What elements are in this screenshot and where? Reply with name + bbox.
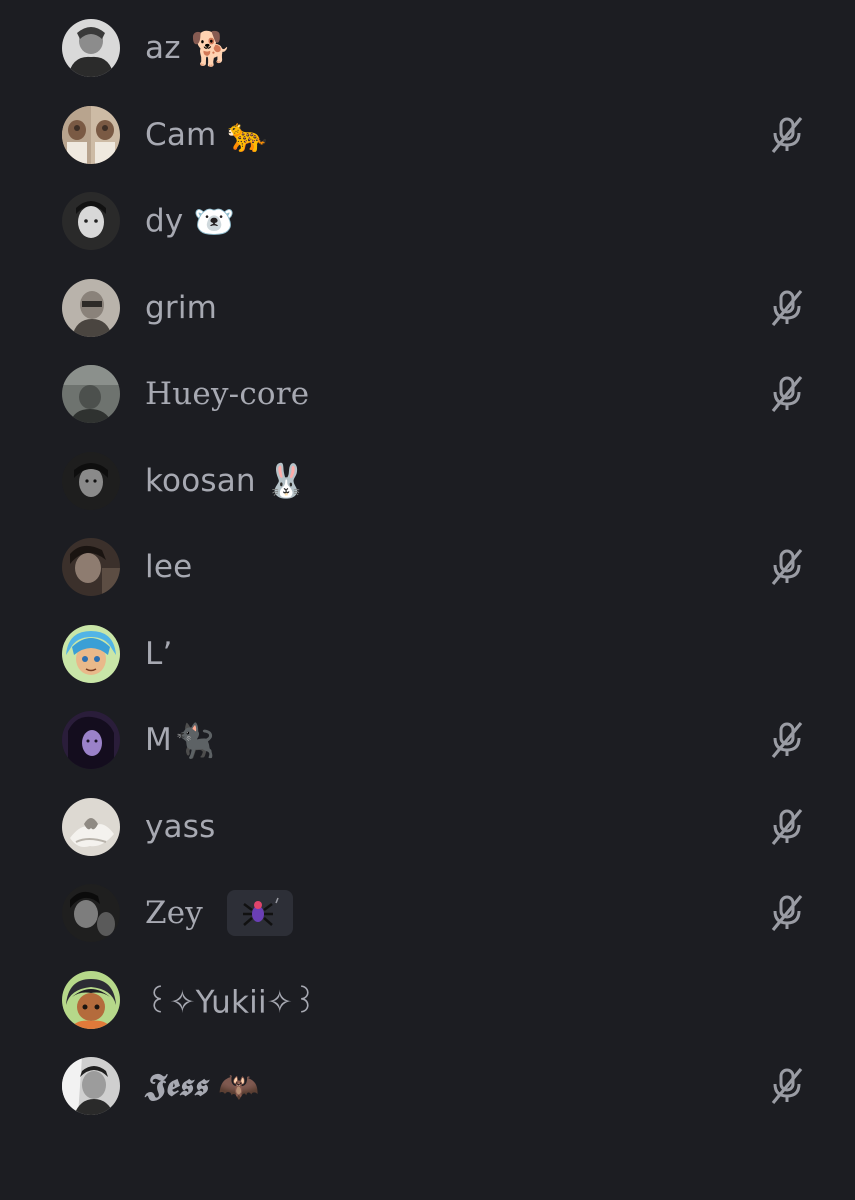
member-name: az	[145, 30, 181, 67]
member-name-wrap: Cam 🐆	[145, 117, 268, 153]
member-row-zey[interactable]: Zey	[0, 870, 855, 957]
member-name-wrap: koosan 🐰	[145, 463, 307, 499]
member-name-wrap: M 🐈‍⬛	[145, 722, 215, 758]
member-row-jess[interactable]: 𝕵𝖊𝖘𝖘 🦇	[0, 1043, 855, 1130]
member-name-wrap: 𝕵𝖊𝖘𝖘 🦇	[145, 1068, 259, 1105]
member-name: lee	[145, 549, 193, 586]
avatar[interactable]	[62, 278, 120, 337]
member-name-wrap: lee	[145, 549, 192, 585]
member-name-wrap: ꒰✧Yukii✧꒱	[145, 979, 317, 1020]
member-row-cam[interactable]: Cam 🐆	[0, 92, 855, 179]
microphone-muted-icon	[771, 895, 803, 932]
avatar[interactable]	[62, 884, 120, 943]
rabbit-emoji-icon: 🐰	[265, 461, 307, 501]
member-name: ꒰✧Yukii✧꒱	[145, 984, 318, 1021]
member-row-m[interactable]: M 🐈‍⬛	[0, 697, 855, 784]
avatar[interactable]	[62, 19, 120, 78]
member-name: L’	[145, 635, 173, 672]
leopard-emoji-icon: 🐆	[226, 115, 268, 155]
member-row-lee[interactable]: lee	[0, 524, 855, 611]
microphone-muted-icon	[771, 808, 803, 845]
member-name-wrap: grim	[145, 290, 217, 326]
black-cat-emoji-icon: 🐈‍⬛	[173, 720, 216, 760]
member-row-l[interactable]: L’	[0, 611, 855, 698]
microphone-muted-icon	[771, 376, 803, 413]
avatar[interactable]	[62, 105, 120, 164]
avatar[interactable]	[62, 192, 120, 251]
microphone-muted-icon	[771, 116, 803, 153]
member-name-wrap: az 🐕	[145, 30, 232, 66]
member-row-yukii[interactable]: ꒰✧Yukii✧꒱	[0, 957, 855, 1044]
avatar[interactable]	[62, 797, 120, 856]
member-row-dy[interactable]: dy 🐻‍❄️	[0, 178, 855, 265]
spider-icon	[243, 897, 279, 927]
member-row-yass[interactable]: yass	[0, 784, 855, 871]
member-row-grim[interactable]: grim	[0, 265, 855, 352]
avatar[interactable]	[62, 538, 120, 597]
spider-badge[interactable]	[227, 890, 293, 937]
bat-emoji-icon: 🦇	[217, 1066, 260, 1106]
member-row-huey-core[interactable]: Huey-core	[0, 351, 855, 438]
member-row-az[interactable]: az 🐕	[0, 5, 855, 92]
member-name: 𝕵𝖊𝖘𝖘	[145, 1067, 208, 1104]
voice-member-list: az 🐕 Cam 🐆 dy 🐻‍❄️ grim	[0, 5, 855, 1130]
avatar[interactable]	[62, 365, 120, 424]
member-name-wrap: Huey-core	[145, 376, 309, 412]
polar-bear-emoji-icon: 🐻‍❄️	[193, 201, 235, 241]
member-name: Zey	[145, 895, 203, 932]
member-row-koosan[interactable]: koosan 🐰	[0, 438, 855, 525]
microphone-muted-icon	[771, 289, 803, 326]
member-name: Huey-core	[145, 376, 310, 413]
member-name-wrap: L’	[145, 636, 173, 672]
member-name: koosan	[145, 462, 256, 499]
avatar[interactable]	[62, 624, 120, 683]
member-name: dy	[145, 203, 184, 240]
microphone-muted-icon	[771, 722, 803, 759]
avatar[interactable]	[62, 1057, 120, 1116]
microphone-muted-icon	[771, 1068, 803, 1105]
microphone-muted-icon	[771, 549, 803, 586]
member-name: M	[145, 722, 172, 759]
avatar[interactable]	[62, 711, 120, 770]
member-name-wrap: dy 🐻‍❄️	[145, 203, 235, 239]
member-name: yass	[145, 808, 216, 845]
avatar[interactable]	[62, 451, 120, 510]
member-name-wrap: yass	[145, 809, 215, 845]
avatar[interactable]	[62, 970, 120, 1029]
member-name: grim	[145, 289, 218, 326]
member-name-wrap: Zey	[145, 890, 293, 937]
dog-emoji-icon: 🐕	[190, 28, 232, 68]
member-name: Cam	[145, 116, 217, 153]
